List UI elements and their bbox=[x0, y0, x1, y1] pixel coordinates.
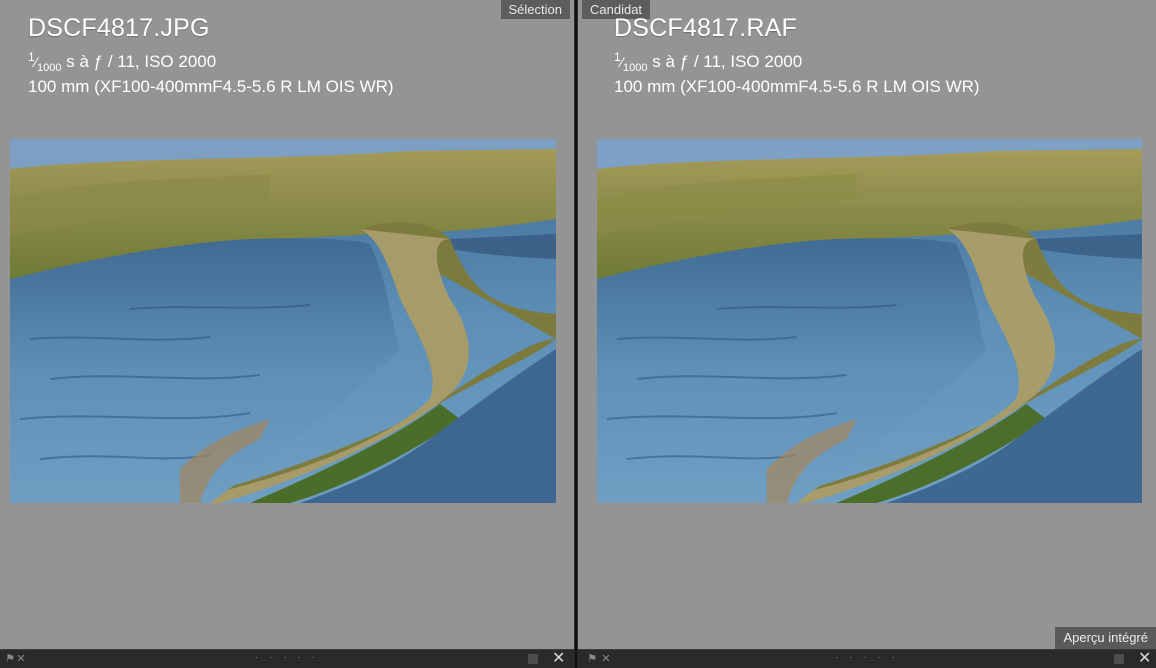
selection-photo[interactable] bbox=[10, 139, 556, 503]
candidate-pane[interactable]: Candidat DSCF4817.RAF 1⁄1000 s à ƒ / 11,… bbox=[578, 0, 1156, 649]
landscape-photo-image bbox=[10, 139, 556, 503]
embedded-preview-badge: Aperçu intégré bbox=[1055, 627, 1156, 649]
exposure-details: s à ƒ / 11, ISO 2000 bbox=[66, 52, 217, 71]
close-icon[interactable]: ✕ bbox=[1138, 651, 1151, 667]
selection-exposure: 1⁄1000 s à ƒ / 11, ISO 2000 bbox=[28, 50, 217, 74]
landscape-photo-image bbox=[597, 139, 1142, 503]
candidate-lens: 100 mm (XF100-400mmF4.5-5.6 R LM OIS WR) bbox=[614, 77, 980, 96]
candidate-exposure: 1⁄1000 s à ƒ / 11, ISO 2000 bbox=[614, 50, 803, 74]
shutter-fraction: 1⁄1000 bbox=[28, 50, 62, 74]
exposure-details: s à ƒ / 11, ISO 2000 bbox=[652, 52, 803, 71]
selection-pane[interactable]: Sélection DSCF4817.JPG 1⁄1000 s à ƒ / 11… bbox=[0, 0, 574, 649]
rating-dots[interactable]: · · · · · bbox=[578, 652, 1156, 663]
grid-square-icon[interactable] bbox=[1114, 654, 1124, 664]
close-icon[interactable]: ✕ bbox=[552, 651, 565, 667]
shutter-fraction: 1⁄1000 bbox=[614, 50, 648, 74]
selection-toolbar: ⚑ ✕ · · · · · ✕ bbox=[0, 649, 574, 668]
candidate-filename: DSCF4817.RAF bbox=[614, 14, 798, 42]
grid-square-icon[interactable] bbox=[528, 654, 538, 664]
candidate-toolbar: ⚑ ✕ · · · · · ✕ bbox=[578, 649, 1156, 668]
selection-tag: Sélection bbox=[500, 0, 570, 19]
rating-dots[interactable]: · · · · · bbox=[0, 652, 574, 663]
candidate-photo[interactable] bbox=[597, 139, 1142, 503]
selection-filename: DSCF4817.JPG bbox=[28, 14, 210, 42]
selection-lens: 100 mm (XF100-400mmF4.5-5.6 R LM OIS WR) bbox=[28, 77, 394, 96]
